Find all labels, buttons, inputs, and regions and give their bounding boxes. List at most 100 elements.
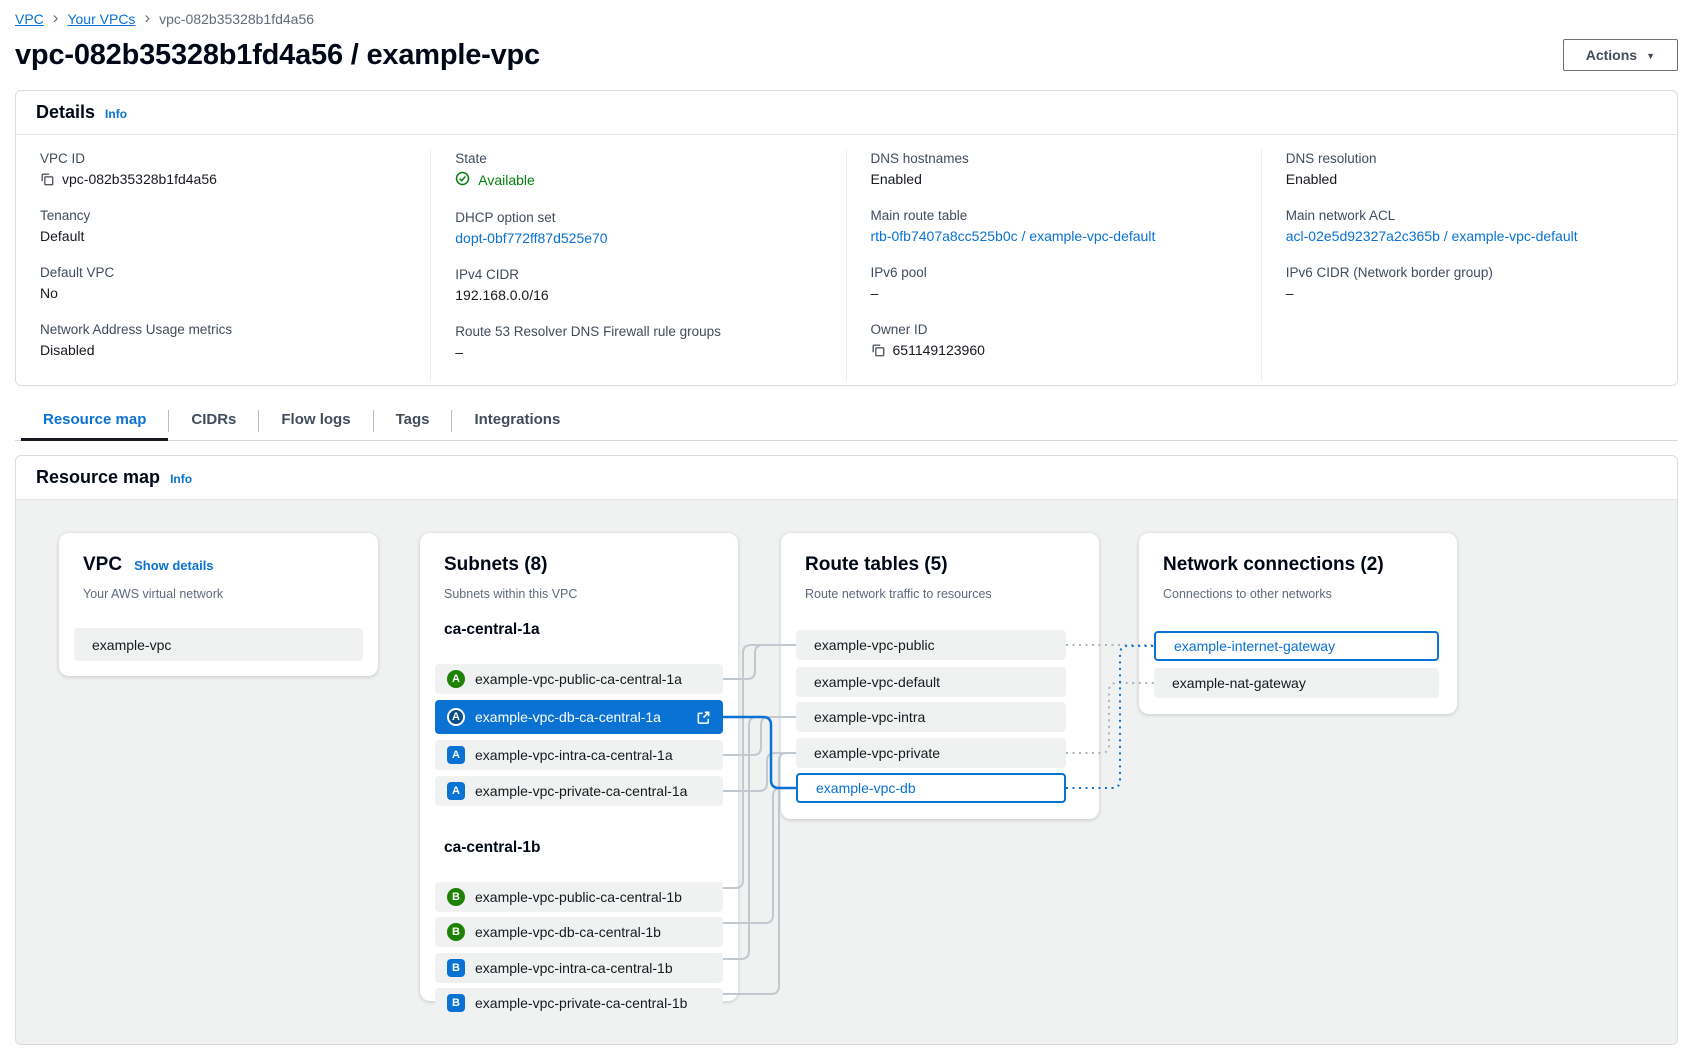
field-label: DNS resolution [1286, 151, 1653, 166]
subnet-row[interactable]: B example-vpc-intra-ca-central-1b [435, 953, 723, 983]
copy-icon[interactable] [871, 343, 885, 357]
network-connection-row-highlighted[interactable]: example-internet-gateway [1154, 631, 1439, 661]
field-label: Main network ACL [1286, 208, 1653, 223]
az-b-badge: B [447, 923, 465, 941]
breadcrumb-separator-icon: › [144, 9, 150, 26]
network-connections-card: Network connections (2) Connections to o… [1139, 533, 1457, 714]
subnet-row[interactable]: B example-vpc-private-ca-central-1b [435, 988, 723, 1018]
route-tables-card-subtitle: Route network traffic to resources [805, 587, 992, 601]
owner-id-value: 651149123960 [893, 342, 985, 358]
field-label: State [455, 151, 821, 166]
tenancy-value: Default [40, 228, 406, 244]
state-value: Available [478, 172, 535, 188]
subnet-row[interactable]: A example-vpc-intra-ca-central-1a [435, 740, 723, 770]
field-label: DNS hostnames [871, 151, 1237, 166]
resource-map-heading: Resource map [36, 467, 160, 488]
route-table-row[interactable]: example-vpc-private [796, 738, 1066, 768]
subnet-row[interactable]: B example-vpc-public-ca-central-1b [435, 882, 723, 912]
breadcrumb-current: vpc-082b35328b1fd4a56 [159, 11, 314, 27]
ipv6-cidr-value: – [1286, 285, 1653, 301]
tab-flow-logs[interactable]: Flow logs [259, 402, 372, 440]
subnets-card: Subnets (8) Subnets within this VPC ca-c… [420, 533, 738, 1001]
subnet-row-selected[interactable]: A example-vpc-db-ca-central-1a [435, 700, 723, 734]
default-vpc-value: No [40, 285, 406, 301]
field-label: Network Address Usage metrics [40, 322, 406, 337]
field-label: Main route table [871, 208, 1237, 223]
show-details-link[interactable]: Show details [134, 558, 213, 573]
details-heading: Details [36, 102, 95, 123]
field-label: IPv4 CIDR [455, 267, 821, 282]
vpc-details-page: VPC › Your VPCs › vpc-082b35328b1fd4a56 … [0, 0, 1693, 1045]
field-label: IPv6 CIDR (Network border group) [1286, 265, 1653, 280]
breadcrumb-link-vpc[interactable]: VPC [15, 11, 44, 27]
page-title: vpc-082b35328b1fd4a56 / example-vpc [15, 39, 540, 72]
route-table-row[interactable]: example-vpc-default [796, 667, 1066, 697]
ipv6-pool-value: – [871, 285, 1237, 301]
route-tables-card-title: Route tables (5) [805, 554, 948, 576]
az-a-badge: A [447, 746, 465, 764]
dhcp-option-set-link[interactable]: dopt-0bf772ff87d525e70 [455, 230, 821, 246]
subnet-row[interactable]: A example-vpc-private-ca-central-1a [435, 776, 723, 806]
vpc-id-value: vpc-082b35328b1fd4a56 [62, 171, 217, 187]
details-column-3: DNS hostnames Enabled Main route table r… [847, 149, 1262, 381]
dns-resolution-value: Enabled [1286, 171, 1653, 187]
resource-map-panel: Resource map Info VPC Show details Your … [15, 455, 1678, 1045]
vpc-card-subtitle: Your AWS virtual network [83, 587, 223, 601]
az-group-label: ca-central-1b [444, 839, 540, 857]
route-table-row[interactable]: example-vpc-intra [796, 702, 1066, 732]
az-a-badge: A [447, 782, 465, 800]
subnets-card-subtitle: Subnets within this VPC [444, 587, 577, 601]
route-tables-card: Route tables (5) Route network traffic t… [781, 533, 1099, 819]
main-route-table-link[interactable]: rtb-0fb7407a8cc525b0c / example-vpc-defa… [871, 228, 1237, 244]
network-connections-card-subtitle: Connections to other networks [1163, 587, 1332, 601]
vpc-card-title: VPC [83, 554, 122, 576]
route-table-row[interactable]: example-vpc-public [796, 630, 1066, 660]
actions-button[interactable]: Actions ▼ [1563, 39, 1678, 71]
tab-tags[interactable]: Tags [374, 402, 452, 440]
external-link-icon[interactable] [696, 710, 711, 725]
copy-icon[interactable] [40, 172, 54, 186]
az-a-badge: A [447, 670, 465, 688]
tab-cidrs[interactable]: CIDRs [169, 402, 258, 440]
details-panel: Details Info VPC ID vpc-082b35328b1fd4a5… [15, 90, 1678, 386]
ipv4-cidr-value: 192.168.0.0/16 [455, 287, 821, 303]
subnet-row[interactable]: A example-vpc-public-ca-central-1a [435, 664, 723, 694]
field-label: DHCP option set [455, 210, 821, 225]
nau-metrics-value: Disabled [40, 342, 406, 358]
details-column-4: DNS resolution Enabled Main network ACL … [1262, 149, 1677, 381]
vpc-card: VPC Show details Your AWS virtual networ… [59, 533, 378, 676]
breadcrumb-separator-icon: › [53, 9, 59, 26]
field-label: Tenancy [40, 208, 406, 223]
resource-map-canvas: VPC Show details Your AWS virtual networ… [16, 500, 1677, 1044]
tab-bar: Resource map CIDRs Flow logs Tags Integr… [15, 402, 1678, 441]
az-b-badge: B [447, 959, 465, 977]
breadcrumb-link-your-vpcs[interactable]: Your VPCs [67, 11, 135, 27]
az-b-badge: B [447, 888, 465, 906]
vpc-item[interactable]: example-vpc [74, 628, 363, 661]
details-column-1: VPC ID vpc-082b35328b1fd4a56 Tenancy Def… [16, 149, 431, 381]
tab-resource-map[interactable]: Resource map [21, 402, 168, 440]
subnet-row[interactable]: B example-vpc-db-ca-central-1b [435, 917, 723, 947]
details-info-link[interactable]: Info [105, 107, 127, 121]
field-label: Owner ID [871, 322, 1237, 337]
field-label: Route 53 Resolver DNS Firewall rule grou… [455, 324, 821, 339]
field-label: VPC ID [40, 151, 406, 166]
az-b-badge: B [447, 994, 465, 1012]
breadcrumb: VPC › Your VPCs › vpc-082b35328b1fd4a56 [15, 0, 1678, 27]
resource-map-info-link[interactable]: Info [170, 472, 192, 486]
network-connections-card-title: Network connections (2) [1163, 554, 1384, 576]
main-network-acl-link[interactable]: acl-02e5d92327a2c365b / example-vpc-defa… [1286, 228, 1653, 244]
status-available-icon [455, 171, 470, 189]
field-label: IPv6 pool [871, 265, 1237, 280]
subnets-card-title: Subnets (8) [444, 554, 547, 576]
route-table-row-highlighted[interactable]: example-vpc-db [796, 773, 1066, 803]
dns-hostnames-value: Enabled [871, 171, 1237, 187]
network-connection-row[interactable]: example-nat-gateway [1154, 668, 1439, 698]
route53-firewall-value: – [455, 344, 821, 360]
az-group-label: ca-central-1a [444, 621, 540, 639]
az-a-badge: A [447, 708, 465, 726]
caret-down-icon: ▼ [1646, 51, 1655, 61]
details-column-2: State Available DHCP option set dopt-0bf… [431, 149, 846, 381]
tab-integrations[interactable]: Integrations [452, 402, 582, 440]
field-label: Default VPC [40, 265, 406, 280]
